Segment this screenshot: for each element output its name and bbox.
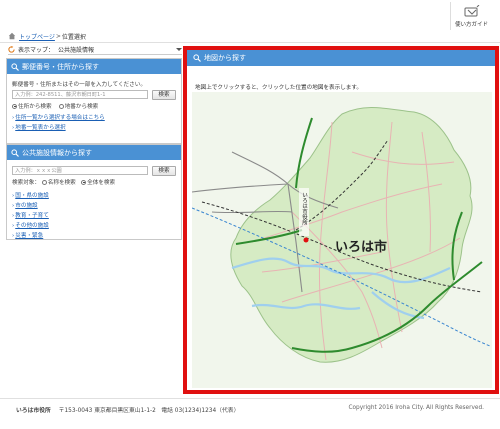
radio-landmark-search[interactable] xyxy=(58,103,64,109)
map-panel-header: 地図から探す xyxy=(187,50,495,66)
usage-guide-button[interactable]: 使い方ガイド xyxy=(450,2,492,30)
footer-info: いろは市役所 〒153-0043 東京都目黒区東山1-1-2 電話 03(123… xyxy=(16,405,239,414)
map-panel-title: 地図から探す xyxy=(204,54,246,62)
breadcrumb: トップページ > 位置選択 xyxy=(8,31,86,41)
home-icon xyxy=(8,32,16,40)
radio-address-search[interactable] xyxy=(12,103,17,109)
category-link[interactable]: その他の施設 xyxy=(15,223,49,229)
breadcrumb-current: 位置選択 xyxy=(61,33,86,41)
address-instruction: 郵便番号・住所またはその一部を入力してください。 xyxy=(12,82,146,88)
footer-phone: 電話 03(1234)1234（代表） xyxy=(161,408,240,414)
header-divider xyxy=(0,42,500,43)
bullet: › xyxy=(12,223,15,229)
map-instruction: 地図上でクリックすると、クリックした位置の地図を表示します。 xyxy=(195,85,363,91)
address-search-panel: 郵便番号・住所から探す 郵便番号・住所またはその一部を入力してください。 入力例… xyxy=(6,58,182,144)
city-name-label: いろは市 xyxy=(335,239,387,255)
facility-category-item: ›市の施設 xyxy=(12,201,38,209)
bullet: › xyxy=(12,213,15,219)
bullet: › xyxy=(12,193,15,199)
facility-category-item: ›その他の施設 xyxy=(12,221,49,229)
category-link[interactable]: 市の施設 xyxy=(15,203,37,209)
footer-org: いろは市役所 xyxy=(16,408,51,414)
bullet: › xyxy=(12,203,15,209)
facility-category-item: ›教育・子育て xyxy=(12,211,49,219)
address-panel-title: 郵便番号・住所から探す xyxy=(22,62,99,71)
city-hall-text: いろは市役所 xyxy=(301,192,308,227)
address-list-link[interactable]: 住所一覧から選択する場合はこちら xyxy=(15,115,105,121)
address-search-button[interactable]: 検索 xyxy=(152,90,176,100)
facility-search-target: 検索対象： 名称を検索 全体を検索 xyxy=(12,178,115,186)
address-search-mode: 住所から検索 地番から検索 xyxy=(12,102,98,110)
footer-divider xyxy=(0,398,500,399)
landmark-list-link-row: ›地番一覧表から選択 xyxy=(12,123,66,131)
map-select-value: 公共施設情報 xyxy=(58,46,95,54)
search-target-label: 検索対象： xyxy=(12,180,40,186)
radio-landmark-label: 地番から検索 xyxy=(64,104,99,110)
facility-search-input[interactable]: 入力例：ｘｘｘ公園 xyxy=(12,166,148,175)
guide-icon xyxy=(464,5,479,17)
radio-all-label: 全体を検索 xyxy=(87,180,116,186)
facility-panel-header: 公共施設情報から探す xyxy=(7,145,181,160)
radio-all-search[interactable] xyxy=(81,179,87,185)
search-icon xyxy=(11,62,19,71)
facility-search-panel: 公共施設情報から探す 入力例：ｘｘｘ公園 検索 検索対象： 名称を検索 全体を検… xyxy=(6,144,182,240)
city-map[interactable]: いろは市役所 いろは市 xyxy=(192,92,492,388)
switch-map-icon xyxy=(8,45,15,53)
radio-name-label: 名称を検索 xyxy=(47,180,76,186)
guide-label: 使い方ガイド xyxy=(454,22,488,28)
top-bar: 使い方ガイド xyxy=(0,0,500,30)
map-select-label: 表示マップ： xyxy=(18,46,55,54)
bullet: › xyxy=(12,125,15,131)
map-type-select[interactable]: 表示マップ： 公共施設情報 xyxy=(8,44,182,55)
footer-address: 〒153-0043 東京都目黒区東山1-1-2 xyxy=(58,408,156,414)
landmark-list-link[interactable]: 地番一覧表から選択 xyxy=(15,125,65,131)
search-icon xyxy=(193,54,201,62)
facility-category-item: ›国・県の施設 xyxy=(12,191,49,199)
chevron-down-icon xyxy=(176,47,182,51)
category-link[interactable]: 災害・緊急 xyxy=(15,233,43,239)
category-link[interactable]: 国・県の施設 xyxy=(15,193,49,199)
bullet: › xyxy=(12,233,15,239)
address-search-input[interactable]: 入力例：242-8511、藤沢市朝日町1-1 xyxy=(12,90,148,99)
city-hall-marker[interactable] xyxy=(303,237,309,243)
bullet: › xyxy=(12,115,15,121)
city-hall-label: いろは市役所 xyxy=(299,188,309,236)
facility-category-item: ›災害・緊急 xyxy=(12,231,43,239)
facility-panel-title: 公共施設情報から探す xyxy=(22,148,92,157)
breadcrumb-home-link[interactable]: トップページ xyxy=(19,32,55,41)
address-list-link-row: ›住所一覧から選択する場合はこちら xyxy=(12,113,105,121)
radio-address-label: 住所から検索 xyxy=(18,104,52,110)
footer-copyright: Copyright 2016 Iroha City. All Rights Re… xyxy=(348,405,484,411)
address-panel-header: 郵便番号・住所から探す xyxy=(7,59,181,74)
facility-search-button[interactable]: 検索 xyxy=(152,166,176,176)
category-link[interactable]: 教育・子育て xyxy=(15,213,49,219)
search-icon xyxy=(11,148,19,157)
map-search-panel: 地図から探す 地図上でクリックすると、クリックした位置の地図を表示します。 いろ… xyxy=(183,46,499,394)
radio-name-search[interactable] xyxy=(41,179,47,185)
breadcrumb-separator: > xyxy=(55,32,61,40)
